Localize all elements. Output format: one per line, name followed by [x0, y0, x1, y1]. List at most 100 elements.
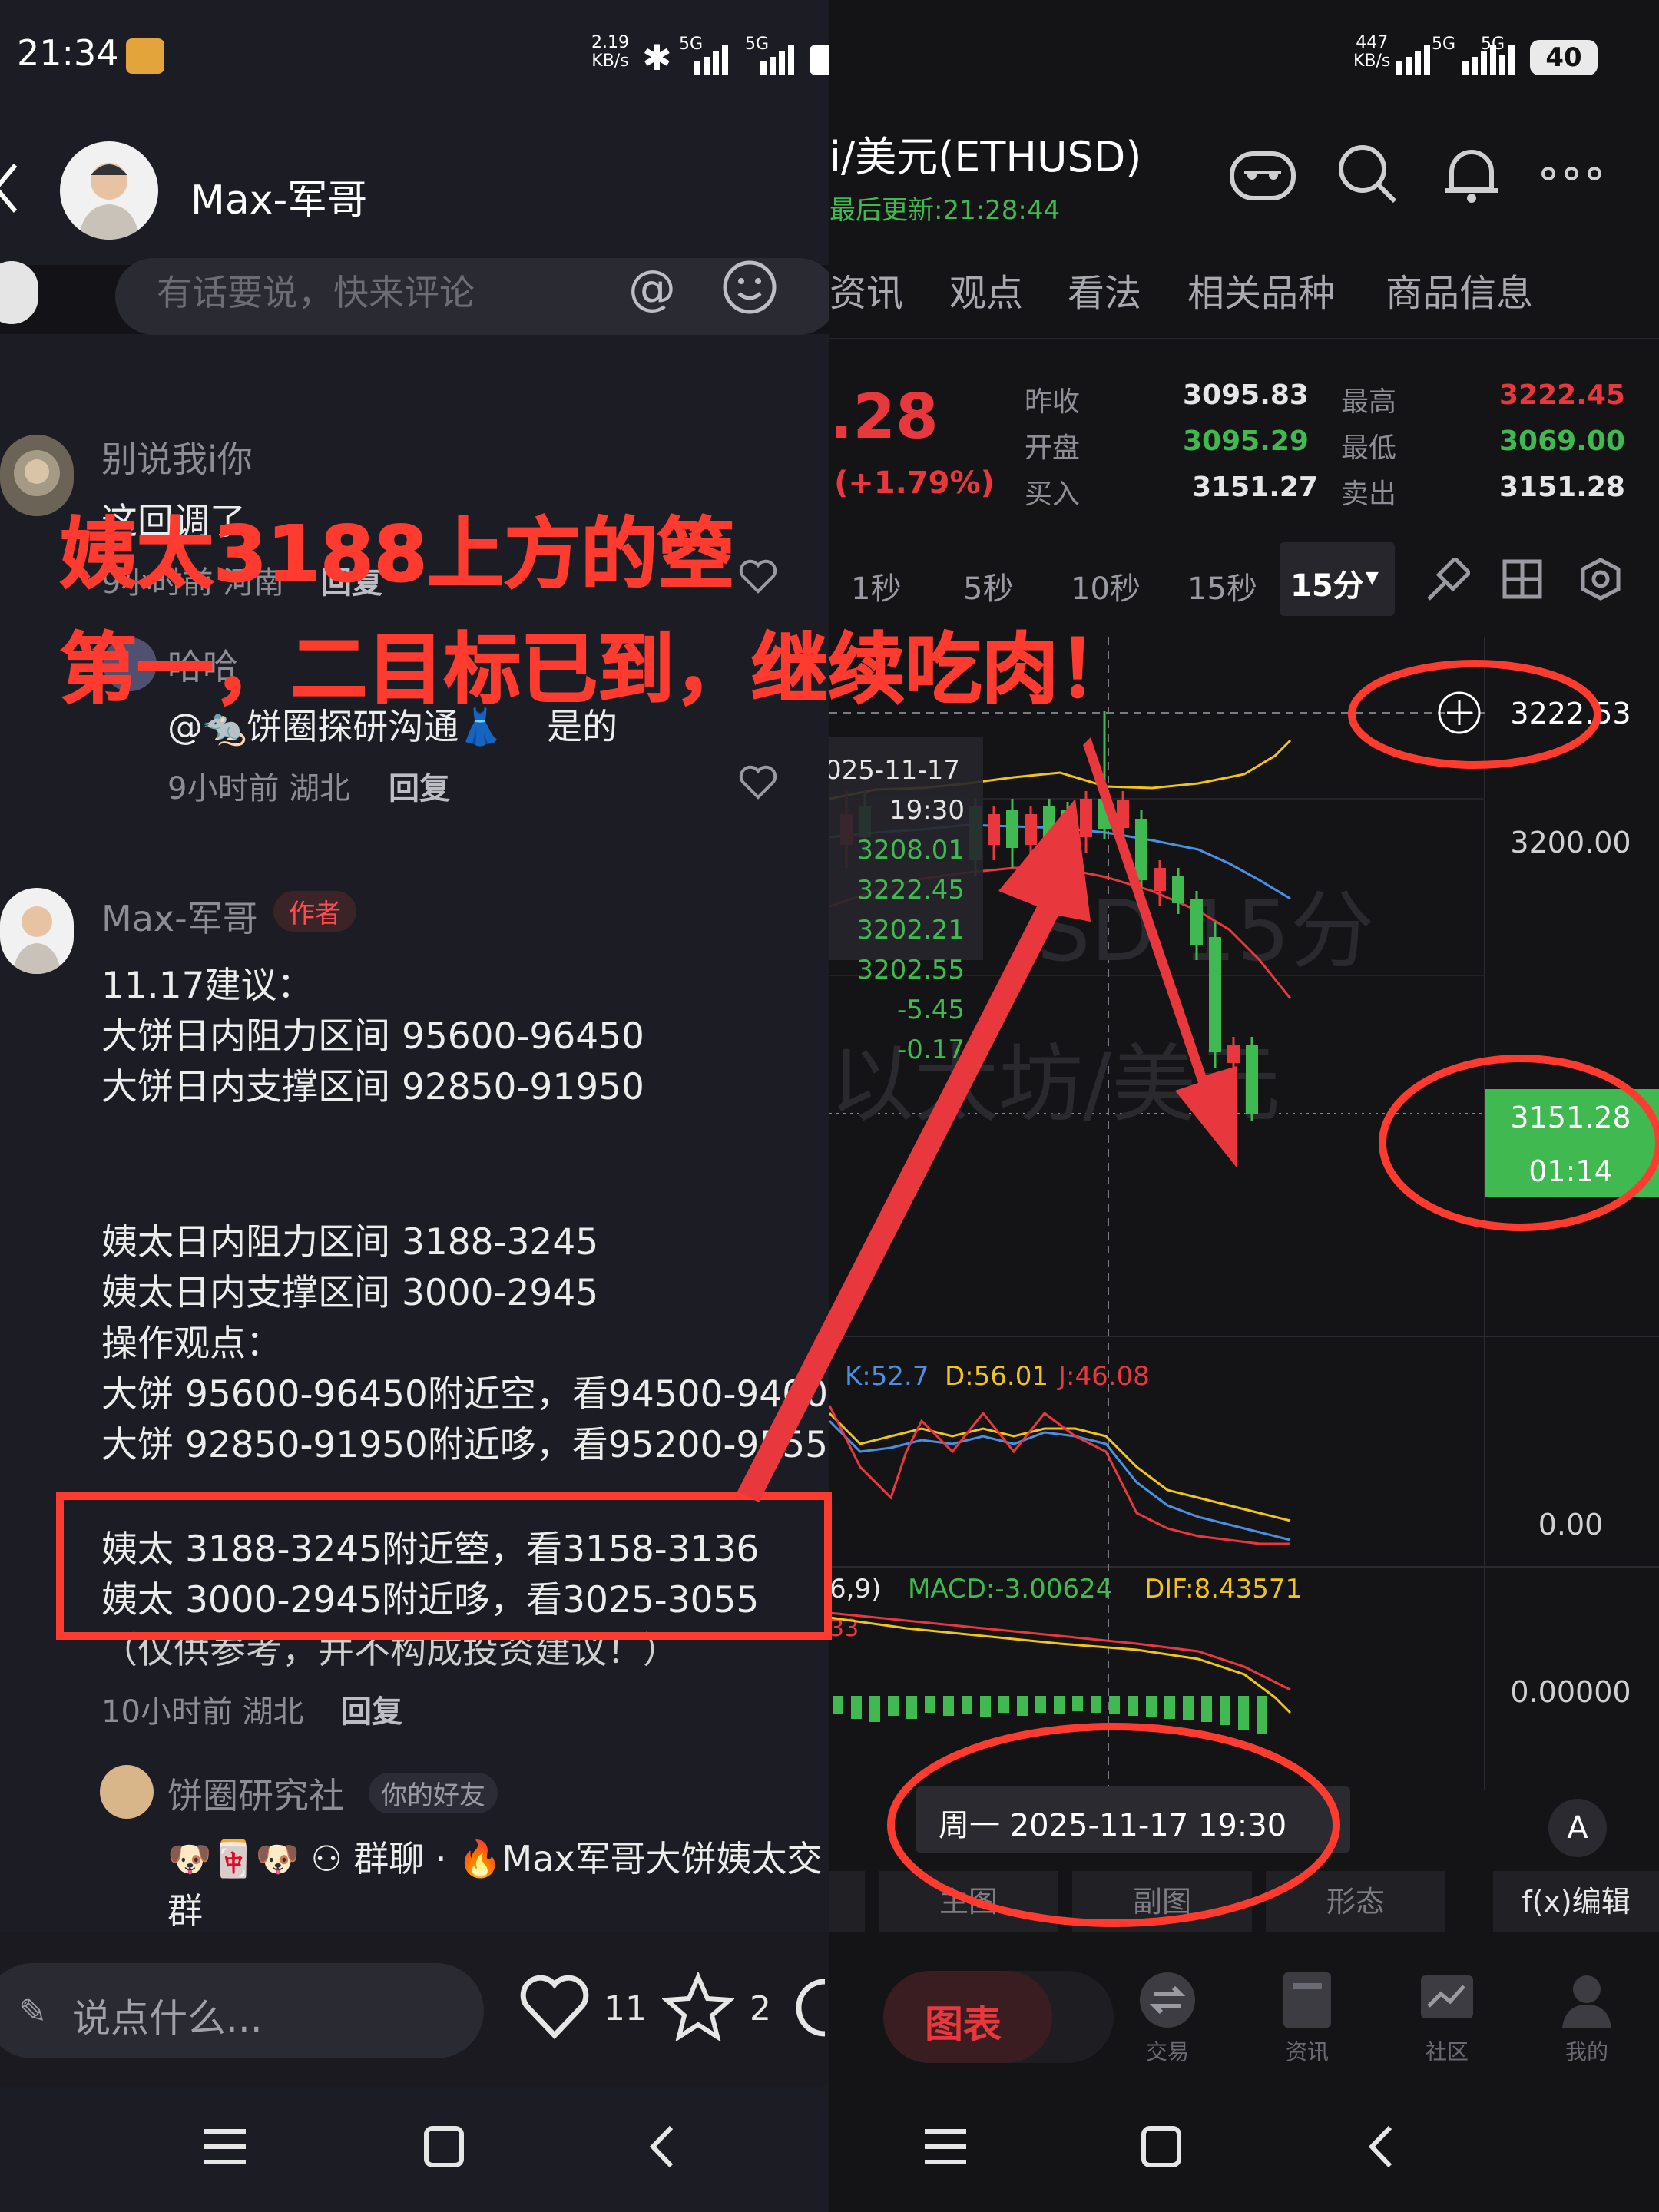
home-icon[interactable] — [424, 2126, 464, 2171]
net-speed: 2.19 KB/s — [591, 33, 629, 71]
tab-opinion[interactable]: 看法 — [1068, 263, 1141, 316]
at-icon[interactable]: @ — [628, 260, 676, 316]
comment-placeholder: 有话要说，快来评论 — [157, 272, 475, 313]
macd-value: MACD:-3.00624 — [908, 1574, 1112, 1604]
group-user: 饼圈研究社 — [167, 1775, 344, 1816]
profile-icon — [1562, 1975, 1611, 2028]
comment-icon[interactable] — [794, 1977, 830, 2041]
author-name: Max-军哥 — [190, 177, 368, 224]
svg-text:5G: 5G — [745, 35, 769, 54]
watermark: SD 15分 — [1037, 882, 1374, 980]
avatar — [100, 1765, 154, 1819]
more-icon[interactable] — [1541, 164, 1602, 186]
home-icon[interactable] — [1141, 2126, 1181, 2171]
axis-label: 0.00 — [1538, 1508, 1604, 1541]
info-time: 19:30 — [889, 795, 965, 826]
quote-value: 3095.83 — [1183, 379, 1309, 411]
avatar[interactable] — [60, 141, 158, 240]
system-nav — [0, 2086, 830, 2212]
net-speed: 447 KB/s — [1353, 33, 1391, 71]
subtab-sub[interactable]: 副图 — [1072, 1871, 1252, 1932]
timeframe-selector[interactable]: 15分 ▼ — [1280, 542, 1395, 616]
reply-button[interactable]: 回复 — [341, 1687, 402, 1731]
group-link[interactable]: 🐶🀄🐶 ⚇ 群聊 · 🔥Max军哥大饼姨太交 — [167, 1831, 823, 1882]
subtab[interactable] — [830, 1871, 865, 1932]
timeframe-5s[interactable]: 5秒 — [963, 564, 1013, 608]
macd-params: 6,9) — [830, 1574, 881, 1604]
community-icon — [1421, 1975, 1473, 2018]
tab-product-info[interactable]: 商品信息 — [1386, 263, 1533, 316]
quote-label: 最高 — [1341, 386, 1397, 418]
annotation-title: 姨太3188上方的箜 — [59, 508, 735, 600]
post-line: 姨太日内阻力区间 3188-3245 — [101, 1221, 599, 1263]
post-boxed-line: 姨太 3188-3245附近箜，看3158-3136 — [101, 1528, 760, 1571]
fx-edit-button[interactable]: f(x)编辑 — [1493, 1871, 1659, 1932]
kdj-j: J:46.08 — [1057, 1361, 1150, 1392]
price-change: (+1.79%) — [834, 465, 995, 501]
robot-icon[interactable] — [1229, 143, 1296, 207]
crosshair-price: 3222.53 — [1510, 697, 1631, 730]
search-icon[interactable] — [1336, 143, 1398, 207]
axis-label: 0.00000 — [1510, 1675, 1631, 1709]
menu-icon[interactable] — [204, 2128, 246, 2169]
star-icon[interactable] — [661, 1971, 736, 2045]
battery-icon: 40 — [1530, 40, 1598, 75]
bell-icon[interactable] — [1441, 141, 1502, 209]
post-meta: 10小时前 湖北 — [101, 1694, 304, 1730]
info-low: 3202.21 — [856, 915, 965, 945]
like-icon[interactable] — [519, 1974, 590, 2045]
tab-news[interactable]: 资讯 — [830, 263, 903, 316]
info-change: -5.45 — [897, 995, 965, 1025]
candlestick-chart: SD 15分 以太坊/美元 025-11-17 19:30 3208.01 32… — [830, 637, 1659, 1790]
svg-text:5G: 5G — [679, 35, 703, 54]
post-disclaimer: （仅供参考，并不构成投资建议！） — [101, 1630, 679, 1672]
tab-related[interactable]: 相关品种 — [1187, 263, 1335, 316]
back-icon[interactable] — [0, 161, 23, 218]
timeframe-15s[interactable]: 15秒 — [1187, 564, 1257, 608]
bluetooth-icon: ✱ — [642, 37, 672, 78]
comment-pane: 21:34 2.19 KB/s ✱ 5G 5G Max-军哥 有话要说，快来评论 … — [0, 0, 830, 2212]
timeframe-1s[interactable]: 1秒 — [851, 564, 901, 608]
kdj-d: D:56.01 — [945, 1361, 1048, 1392]
kdj-k: K:52.7 — [845, 1361, 929, 1392]
menu-icon[interactable] — [925, 2128, 966, 2169]
timeframe-10s[interactable]: 10秒 — [1071, 564, 1141, 608]
reply-meta: 9小时前 湖北 — [167, 771, 351, 806]
post-boxed-line: 姨太 3000-2945附近哆，看3025-3055 — [101, 1579, 760, 1621]
pencil-icon: ✎ — [18, 1992, 47, 2032]
bottom-input-placeholder: 说点什么... — [72, 1996, 263, 2041]
info-change-pct: -0.17 — [897, 1035, 965, 1065]
like-icon[interactable] — [739, 765, 777, 803]
emoji-icon[interactable] — [720, 258, 779, 320]
nav-community[interactable]: 社区 — [1401, 1971, 1493, 2066]
nav-news[interactable]: 资讯 — [1261, 1971, 1353, 2066]
reply-user: 别说我i你 — [101, 439, 253, 480]
nav-profile[interactable]: 我的 — [1541, 1971, 1633, 2066]
back-nav-icon[interactable] — [1367, 2124, 1395, 2172]
avatar — [0, 888, 74, 974]
tab-views[interactable]: 观点 — [949, 263, 1023, 316]
quote-value: 3095.29 — [1183, 426, 1309, 457]
quote-label: 最低 — [1341, 432, 1397, 464]
auto-scale-button[interactable]: A — [1548, 1799, 1607, 1857]
divider — [830, 338, 1659, 339]
last-price: .28 — [830, 381, 939, 452]
back-nav-icon[interactable] — [648, 2124, 676, 2172]
post-line: 大饼 95600-96450附近空，看94500-94000 — [101, 1373, 830, 1416]
post-line: 操作观点： — [101, 1323, 282, 1365]
nav-chart[interactable]: 图表 — [883, 1971, 1114, 2063]
subtab-pattern[interactable]: 形态 — [1266, 1871, 1445, 1932]
macd-histogram — [833, 1696, 1267, 1734]
post-line: 大饼日内阻力区间 95600-96450 — [101, 1015, 644, 1058]
quote-value: 3222.45 — [1499, 379, 1625, 411]
subtab-main[interactable]: 主图 — [879, 1871, 1058, 1932]
quote-label: 开盘 — [1025, 432, 1081, 464]
reply-button[interactable]: 回复 — [389, 763, 450, 808]
last-update: 最后更新:21:28:44 — [830, 195, 1061, 226]
settings-icon[interactable] — [1579, 558, 1622, 604]
chart-area[interactable]: SD 15分 以太坊/美元 025-11-17 19:30 3208.01 32… — [830, 637, 1659, 1790]
layout-grid-icon[interactable] — [1502, 559, 1542, 602]
like-icon[interactable] — [739, 559, 777, 598]
nav-trade[interactable]: 交易 — [1121, 1971, 1214, 2066]
draw-tool-icon[interactable] — [1424, 555, 1472, 607]
